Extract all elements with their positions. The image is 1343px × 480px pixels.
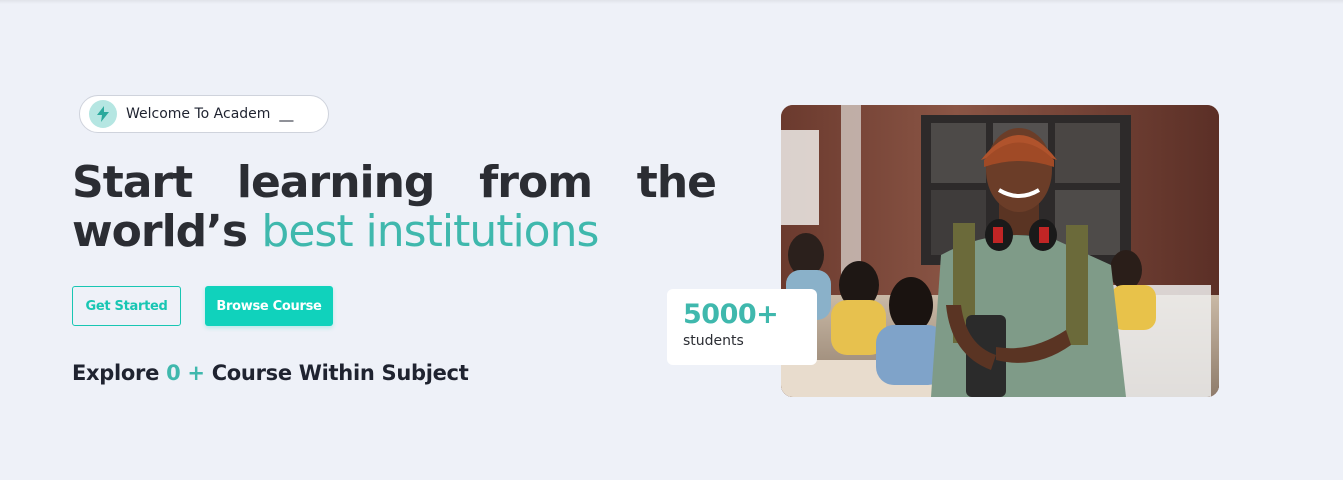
students-label: students xyxy=(683,333,744,349)
course-count: 0 + xyxy=(166,361,205,385)
welcome-badge: Welcome To Academ __ xyxy=(79,95,329,133)
hero-title-plain: world’s xyxy=(72,206,262,257)
explore-courses-text: Explore 0 + Course Within Subject xyxy=(72,361,469,385)
explore-prefix: Explore xyxy=(72,361,167,385)
get-started-button[interactable]: Get Started xyxy=(72,286,181,326)
hero-title-accent: best institutions xyxy=(261,206,599,257)
header-shadow xyxy=(0,0,1343,4)
hero-title-line1: Start learning from the xyxy=(72,157,717,208)
lightning-icon xyxy=(89,100,117,128)
student-photo xyxy=(781,105,1219,397)
hero-word: Start xyxy=(72,157,193,208)
students-count: 5000+ xyxy=(683,299,779,330)
hero-title: Start learning from the world’s best ins… xyxy=(72,157,717,257)
students-stat-card: 5000+ students xyxy=(667,289,817,365)
explore-suffix: Course Within Subject xyxy=(204,361,469,385)
hero-word: the xyxy=(636,157,717,208)
hero-word: from xyxy=(479,157,593,208)
hero-word: learning xyxy=(236,157,436,208)
hero-title-line2: world’s best institutions xyxy=(72,206,599,257)
browse-course-button[interactable]: Browse Course xyxy=(205,286,333,326)
welcome-text: Welcome To Academ __ xyxy=(126,106,294,122)
